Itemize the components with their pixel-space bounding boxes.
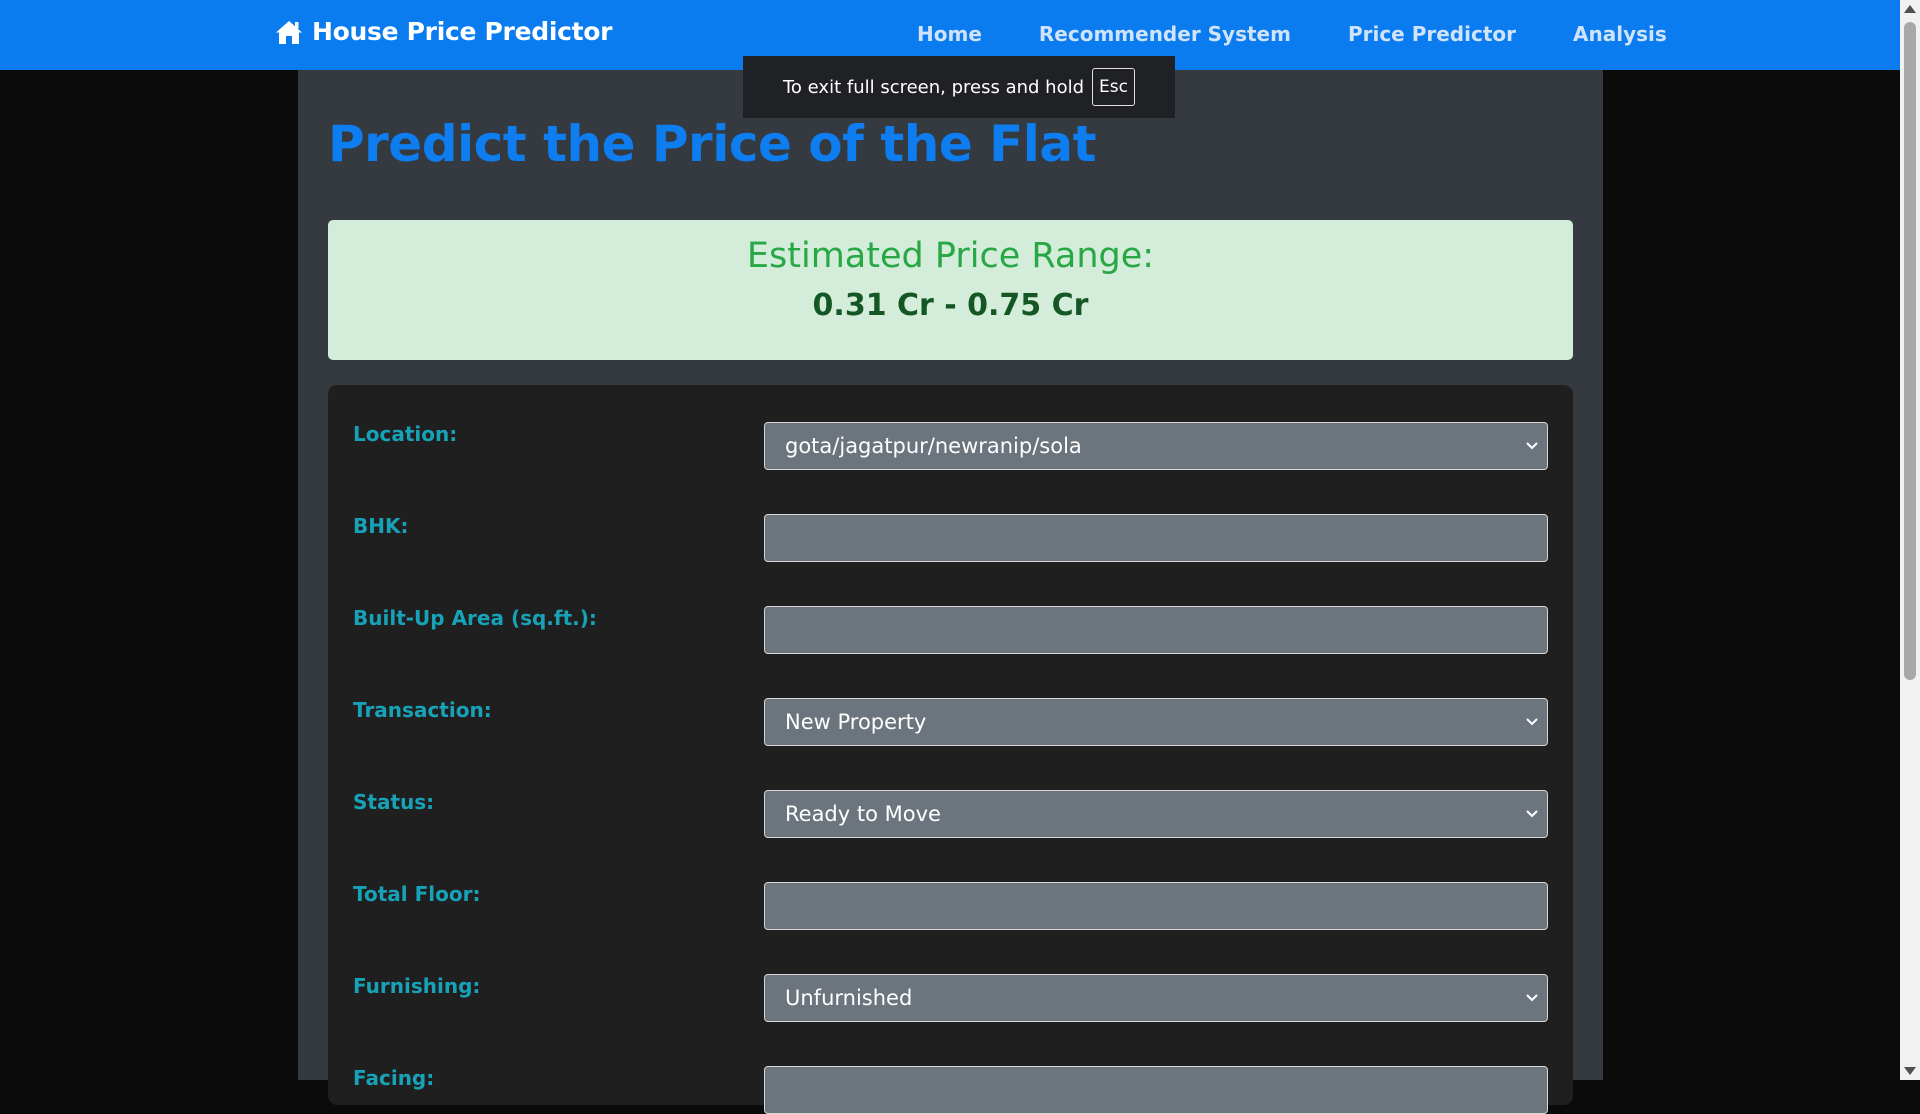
total-floor-label: Total Floor: — [353, 882, 481, 906]
chevron-down-icon — [1526, 718, 1538, 726]
facing-select[interactable] — [764, 1066, 1548, 1114]
chevron-down-icon — [1526, 994, 1538, 1002]
nav-link-recommender-system[interactable]: Recommender System — [1039, 22, 1291, 46]
status-select[interactable]: Ready to Move — [764, 790, 1548, 838]
nav-link-price-predictor[interactable]: Price Predictor — [1348, 22, 1516, 46]
location-label: Location: — [353, 422, 458, 446]
furnishing-select[interactable]: Unfurnished — [764, 974, 1548, 1022]
furnishing-selected-value: Unfurnished — [785, 986, 913, 1010]
fullscreen-exit-notice: To exit full screen, press and hold Esc — [743, 56, 1175, 118]
price-result-box: Estimated Price Range: 0.31 Cr - 0.75 Cr — [328, 220, 1573, 360]
page-scrollbar[interactable] — [1900, 0, 1920, 1080]
chevron-down-icon — [1526, 810, 1538, 818]
prediction-form: Location: gota/jagatpur/newranip/sola BH… — [328, 385, 1573, 1114]
location-selected-value: gota/jagatpur/newranip/sola — [785, 434, 1082, 458]
transaction-selected-value: New Property — [785, 710, 927, 734]
form-row-transaction: Transaction: New Property — [328, 698, 1573, 746]
brand-name: House Price Predictor — [312, 17, 613, 46]
page-title: Predict the Price of the Flat — [328, 115, 1097, 173]
fullscreen-notice-text: To exit full screen, press and hold — [783, 76, 1085, 98]
form-row-location: Location: gota/jagatpur/newranip/sola — [328, 422, 1573, 470]
transaction-label: Transaction: — [353, 698, 492, 722]
scroll-down-arrow-icon[interactable] — [1904, 1067, 1916, 1075]
facing-label: Facing: — [353, 1066, 435, 1090]
form-row-furnishing: Furnishing: Unfurnished — [328, 974, 1573, 1022]
status-label: Status: — [353, 790, 435, 814]
area-label: Built-Up Area (sq.ft.): — [353, 606, 597, 630]
brand-link[interactable]: House Price Predictor — [274, 17, 612, 46]
home-icon — [276, 20, 302, 44]
status-selected-value: Ready to Move — [785, 802, 941, 826]
nav-link-home[interactable]: Home — [917, 22, 982, 46]
transaction-select[interactable]: New Property — [764, 698, 1548, 746]
form-row-facing: Facing: — [328, 1066, 1573, 1114]
form-row-status: Status: Ready to Move — [328, 790, 1573, 838]
scroll-up-arrow-icon[interactable] — [1904, 5, 1916, 13]
scrollbar-thumb[interactable] — [1904, 22, 1916, 680]
result-price-range: 0.31 Cr - 0.75 Cr — [812, 288, 1089, 323]
location-select[interactable]: gota/jagatpur/newranip/sola — [764, 422, 1548, 470]
bhk-input[interactable] — [764, 514, 1548, 562]
result-heading: Estimated Price Range: — [746, 236, 1155, 276]
form-row-total-floor: Total Floor: — [328, 882, 1573, 930]
total-floor-input[interactable] — [764, 882, 1548, 930]
nav-links: Home Recommender System Price Predictor … — [917, 22, 1724, 46]
esc-key-badge: Esc — [1092, 68, 1135, 106]
chevron-down-icon — [1526, 442, 1538, 450]
nav-link-analysis[interactable]: Analysis — [1573, 22, 1667, 46]
main-container: Predict the Price of the Flat Estimated … — [298, 70, 1603, 1114]
form-row-bhk: BHK: — [328, 514, 1573, 562]
area-input[interactable] — [764, 606, 1548, 654]
bhk-label: BHK: — [353, 514, 409, 538]
form-row-area: Built-Up Area (sq.ft.): — [328, 606, 1573, 654]
furnishing-label: Furnishing: — [353, 974, 481, 998]
